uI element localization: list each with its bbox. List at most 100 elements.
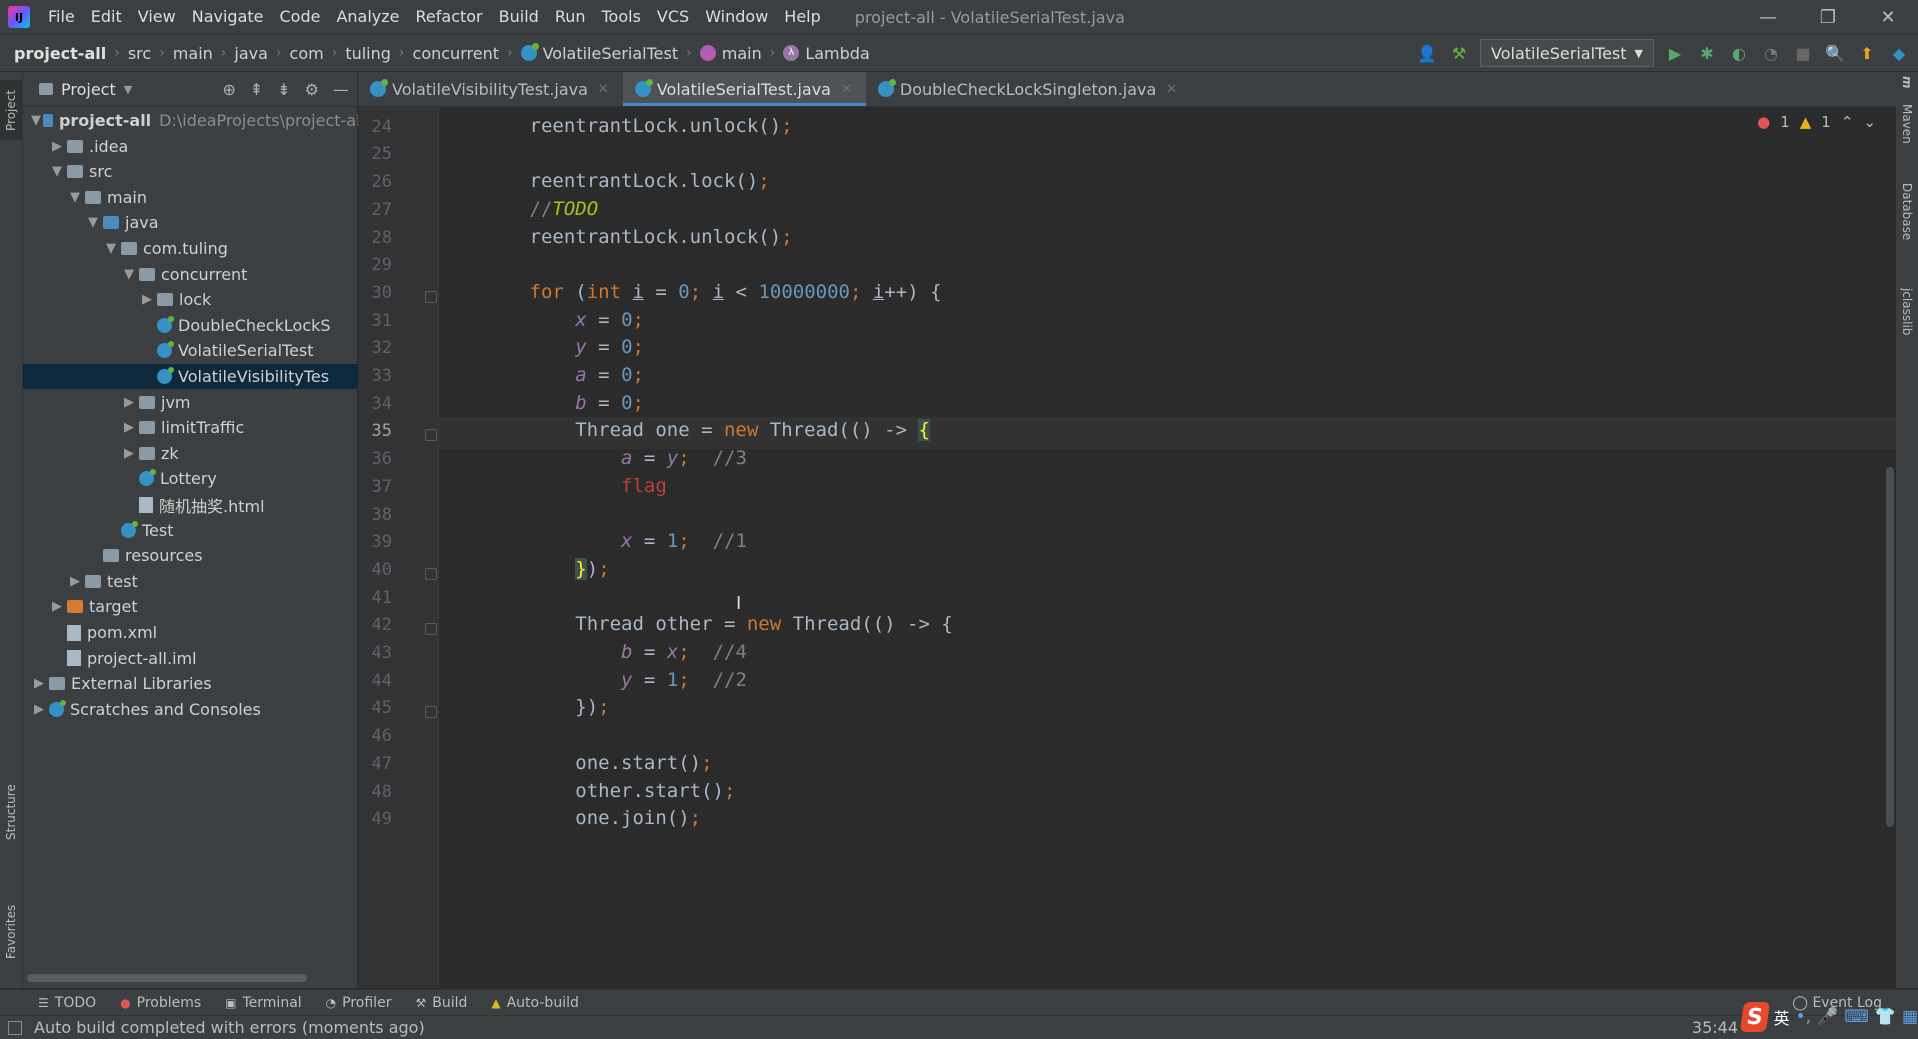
menu-navigate[interactable]: Navigate (184, 0, 272, 34)
code-line[interactable]: a = 0; (438, 364, 644, 386)
code-line[interactable]: reentrantLock.unlock(); (438, 115, 793, 137)
vertical-scrollbar[interactable] (1886, 467, 1894, 827)
chevron-down-icon[interactable]: ▼ (103, 241, 119, 256)
tree-item[interactable]: ▼ project-all D:\ideaProjects\project-all (23, 108, 365, 133)
ime-language[interactable]: 英 (1774, 1005, 1790, 1029)
menu-analyze[interactable]: Analyze (328, 0, 407, 34)
chevron-down-icon[interactable]: ▼ (85, 215, 101, 230)
breadcrumb-lambda[interactable]: λ Lambda (779, 44, 873, 63)
code-line[interactable]: Thread one = new Thread(() -> { (438, 419, 930, 442)
menu-build[interactable]: Build (491, 0, 547, 34)
menu-view[interactable]: View (130, 0, 184, 34)
skin-icon[interactable]: 👕 (1875, 1007, 1896, 1027)
chevron-right-icon[interactable]: ▶ (67, 574, 83, 589)
chevron-right-icon[interactable]: ▶ (49, 139, 65, 154)
code-line[interactable]: b = x; //4 (438, 641, 747, 663)
tool-tab-problems[interactable]: ● Problems (108, 995, 213, 1011)
chevron-down-icon[interactable]: ⌄ (1863, 113, 1876, 131)
chevron-right-icon[interactable]: ▶ (121, 395, 137, 410)
expand-all-icon[interactable]: ⇞ (250, 80, 263, 99)
tool-tab-build[interactable]: ⚒ Build (403, 995, 479, 1011)
menu-window[interactable]: Window (697, 0, 776, 34)
tree-item[interactable]: pom.xml (23, 620, 383, 645)
structure-tool-tab[interactable]: Structure (0, 772, 22, 852)
code-line[interactable]: one.join(); (438, 807, 701, 829)
editor-tab[interactable]: VolatileVisibilityTest.java ✕ (358, 72, 623, 106)
code-line[interactable]: reentrantLock.lock(); (438, 170, 770, 192)
ide-feature-icon[interactable]: ◆ (1888, 42, 1910, 64)
build-hammer-icon[interactable]: ⚒ (1448, 42, 1470, 64)
close-icon[interactable]: ✕ (841, 82, 852, 97)
fold-marker-icon[interactable] (425, 567, 437, 580)
fold-marker-icon[interactable] (425, 623, 437, 636)
menu-code[interactable]: Code (272, 0, 329, 34)
coverage-icon[interactable]: ◐ (1728, 42, 1750, 64)
run-configuration-select[interactable]: VolatileSerialTest ▼ (1480, 39, 1654, 67)
jclasslib-tool-tab[interactable]: jclasslib (1896, 272, 1918, 352)
code-line[interactable]: b = 0; (438, 392, 644, 414)
chevron-down-icon[interactable]: ▼ (49, 164, 65, 179)
code-line[interactable]: for (int i = 0; i < 10000000; i++) { (438, 281, 942, 303)
code-line[interactable]: a = y; //3 (438, 447, 747, 469)
fold-marker-icon[interactable] (425, 429, 437, 442)
tree-item[interactable]: ▶ Scratches and Consoles (23, 697, 365, 722)
breadcrumb-class[interactable]: VolatileSerialTest (517, 43, 683, 63)
code-line[interactable]: Thread other = new Thread(() -> { (438, 613, 953, 635)
code-line[interactable]: y = 0; (438, 336, 644, 358)
caret-position[interactable]: 35:44 (1692, 1016, 1738, 1039)
breadcrumb-item[interactable]: java (230, 44, 272, 63)
chevron-right-icon[interactable]: ▶ (31, 676, 47, 691)
status-message[interactable]: Auto build completed with errors (moment… (34, 1018, 425, 1037)
minimize-button[interactable]: — (1738, 0, 1798, 34)
chevron-right-icon[interactable]: ▶ (31, 702, 47, 717)
tree-item[interactable]: project-all.iml (23, 646, 383, 671)
tree-item[interactable]: ▼ main (23, 185, 401, 210)
search-icon[interactable]: 🔍 (1824, 42, 1846, 64)
fold-marker-icon[interactable] (425, 290, 437, 303)
restore-button[interactable]: ❐ (1798, 0, 1858, 34)
sogou-ime-logo[interactable]: S (1739, 1001, 1770, 1032)
code-line[interactable]: other.start(); (438, 780, 735, 802)
code-area[interactable]: //TODO reentrantLock.unlock(); reentrant… (438, 107, 1878, 988)
chevron-down-icon[interactable]: ▼ (31, 113, 41, 128)
maven-tool-tab[interactable]: Maven (1896, 94, 1918, 154)
menu-help[interactable]: Help (776, 0, 828, 34)
keyboard-icon[interactable]: ⌨ (1844, 1007, 1869, 1027)
debug-icon[interactable]: ✱ (1696, 42, 1718, 64)
update-icon[interactable]: ⬆ (1856, 42, 1878, 64)
chevron-down-icon[interactable]: ▼ (121, 267, 137, 282)
breadcrumb-item[interactable]: com (286, 44, 328, 63)
menu-file[interactable]: File (40, 0, 83, 34)
tool-tab-todo[interactable]: ☰ TODO (26, 995, 108, 1011)
menu-run[interactable]: Run (547, 0, 594, 34)
toolbox-icon[interactable]: ▦ (1902, 1007, 1918, 1027)
collapse-all-icon[interactable]: ⇟ (277, 80, 290, 99)
chevron-right-icon[interactable]: ▶ (121, 446, 137, 461)
tree-item[interactable]: ▶ .idea (23, 134, 383, 159)
tree-item[interactable]: ▶ target (23, 594, 383, 619)
code-line[interactable]: one.start(); (438, 752, 712, 774)
code-line[interactable]: flag (438, 475, 667, 497)
editor-tab[interactable]: VolatileSerialTest.java ✕ (622, 72, 866, 106)
stop-icon[interactable]: ■ (1792, 42, 1814, 64)
tree-item[interactable]: ▶ test (23, 569, 401, 594)
code-editor[interactable]: 23 24 25 26 27 28 29 30 31 32 33 34 35 36 37 38 39 40 41 42… (358, 107, 1896, 988)
fold-marker-icon[interactable] (425, 706, 437, 719)
chevron-up-icon[interactable]: ⌃ (1841, 113, 1854, 131)
chevron-right-icon[interactable]: ▶ (49, 599, 65, 614)
run-icon[interactable]: ▶ (1664, 42, 1686, 64)
tool-tab-terminal[interactable]: ▣ Terminal (213, 995, 314, 1011)
code-line[interactable]: }); (438, 696, 609, 718)
inspection-widget[interactable]: ● 1 ▲ 1 ⌃ ⌄ (1757, 113, 1876, 131)
user-icon[interactable]: 👤 (1416, 42, 1438, 64)
code-line[interactable]: }); (438, 557, 610, 580)
tool-tab-auto-build[interactable]: ▲ Auto-build (479, 995, 590, 1011)
chevron-down-icon[interactable]: ▼ (124, 83, 132, 96)
close-window-button[interactable]: ✕ (1858, 0, 1918, 34)
code-line[interactable]: //TODO (438, 107, 599, 109)
gear-icon[interactable]: ⚙ (305, 80, 319, 99)
microphone-icon[interactable]: 🎤 (1817, 1007, 1838, 1027)
tree-item[interactable]: ▼ src (23, 159, 383, 184)
breadcrumb-item[interactable]: concurrent (409, 44, 503, 63)
close-icon[interactable]: ✕ (598, 82, 609, 97)
